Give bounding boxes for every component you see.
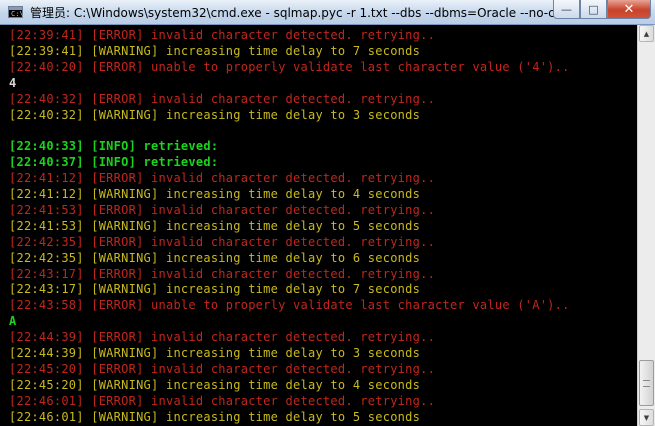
console-line-error: [22:43:58] [ERROR] unable to properly va…: [9, 298, 570, 313]
console-line-error: [22:44:39] [ERROR] invalid character det…: [9, 330, 436, 345]
console-line-error: [22:45:20] [ERROR] invalid character det…: [9, 361, 436, 376]
close-button[interactable]: ✕: [607, 0, 651, 19]
console-line-plain: 4: [9, 75, 17, 90]
console-line-info: [22:40:37] [INFO] retrieved:: [9, 155, 219, 170]
minimize-icon: —: [561, 2, 572, 16]
vertical-scrollbar[interactable]: ▲ ▼: [637, 25, 655, 426]
console-line-warning: [22:41:53] [WARNING] increasing time del…: [9, 218, 421, 233]
title-bar[interactable]: C:\ 管理员: C:\Windows\system32\cmd.exe - s…: [0, 0, 655, 25]
console-line-error: [22:40:32] [ERROR] invalid character det…: [9, 91, 436, 106]
maximize-button[interactable]: □: [580, 0, 607, 19]
window-title: 管理员: C:\Windows\system32\cmd.exe - sqlma…: [30, 6, 574, 20]
console-line-error: [22:41:12] [ERROR] invalid character det…: [9, 171, 436, 186]
maximize-icon: □: [588, 2, 599, 16]
cmd-icon-glyph: C:\: [11, 10, 24, 18]
cmd-app-icon[interactable]: C:\: [8, 6, 24, 18]
console-line-result: A: [9, 314, 17, 329]
console-line-error: [22:42:35] [ERROR] invalid character det…: [9, 234, 436, 249]
scroll-up-button[interactable]: ▲: [639, 25, 654, 42]
minimize-button[interactable]: —: [553, 0, 580, 19]
console-output[interactable]: [22:39:41] [ERROR] invalid character det…: [0, 25, 637, 426]
scroll-thumb[interactable]: [639, 360, 654, 406]
console-line-warning: [22:43:17] [WARNING] increasing time del…: [9, 282, 421, 297]
console-line-error: [22:40:20] [ERROR] unable to properly va…: [9, 59, 570, 74]
console-line-warning: [22:40:32] [WARNING] increasing time del…: [9, 107, 421, 122]
console-line-error: [22:39:41] [ERROR] invalid character det…: [9, 28, 436, 42]
console-line-warning: [22:39:41] [WARNING] increasing time del…: [9, 43, 421, 58]
console-line-warning: [22:42:35] [WARNING] increasing time del…: [9, 250, 421, 265]
arrow-down-icon: ▼: [643, 413, 650, 422]
console-line-warning: [22:44:39] [WARNING] increasing time del…: [9, 346, 421, 360]
console-line-error: [22:46:01] [ERROR] invalid character det…: [9, 393, 436, 408]
console-line-error: [22:43:17] [ERROR] invalid character det…: [9, 266, 436, 281]
console-line-warning: [22:41:12] [WARNING] increasing time del…: [9, 187, 421, 201]
console-line-error: [22:41:53] [ERROR] invalid character det…: [9, 202, 436, 217]
arrow-up-icon: ▲: [643, 29, 650, 38]
scroll-down-button[interactable]: ▼: [639, 409, 654, 426]
console-line-warning: [22:45:20] [WARNING] increasing time del…: [9, 377, 421, 392]
console-line-warning: [22:46:01] [WARNING] increasing time del…: [9, 409, 421, 424]
window-controls: — □ ✕: [553, 0, 651, 19]
close-icon: ✕: [623, 1, 635, 17]
console-line-info: [22:40:33] [INFO] retrieved:: [9, 139, 219, 154]
